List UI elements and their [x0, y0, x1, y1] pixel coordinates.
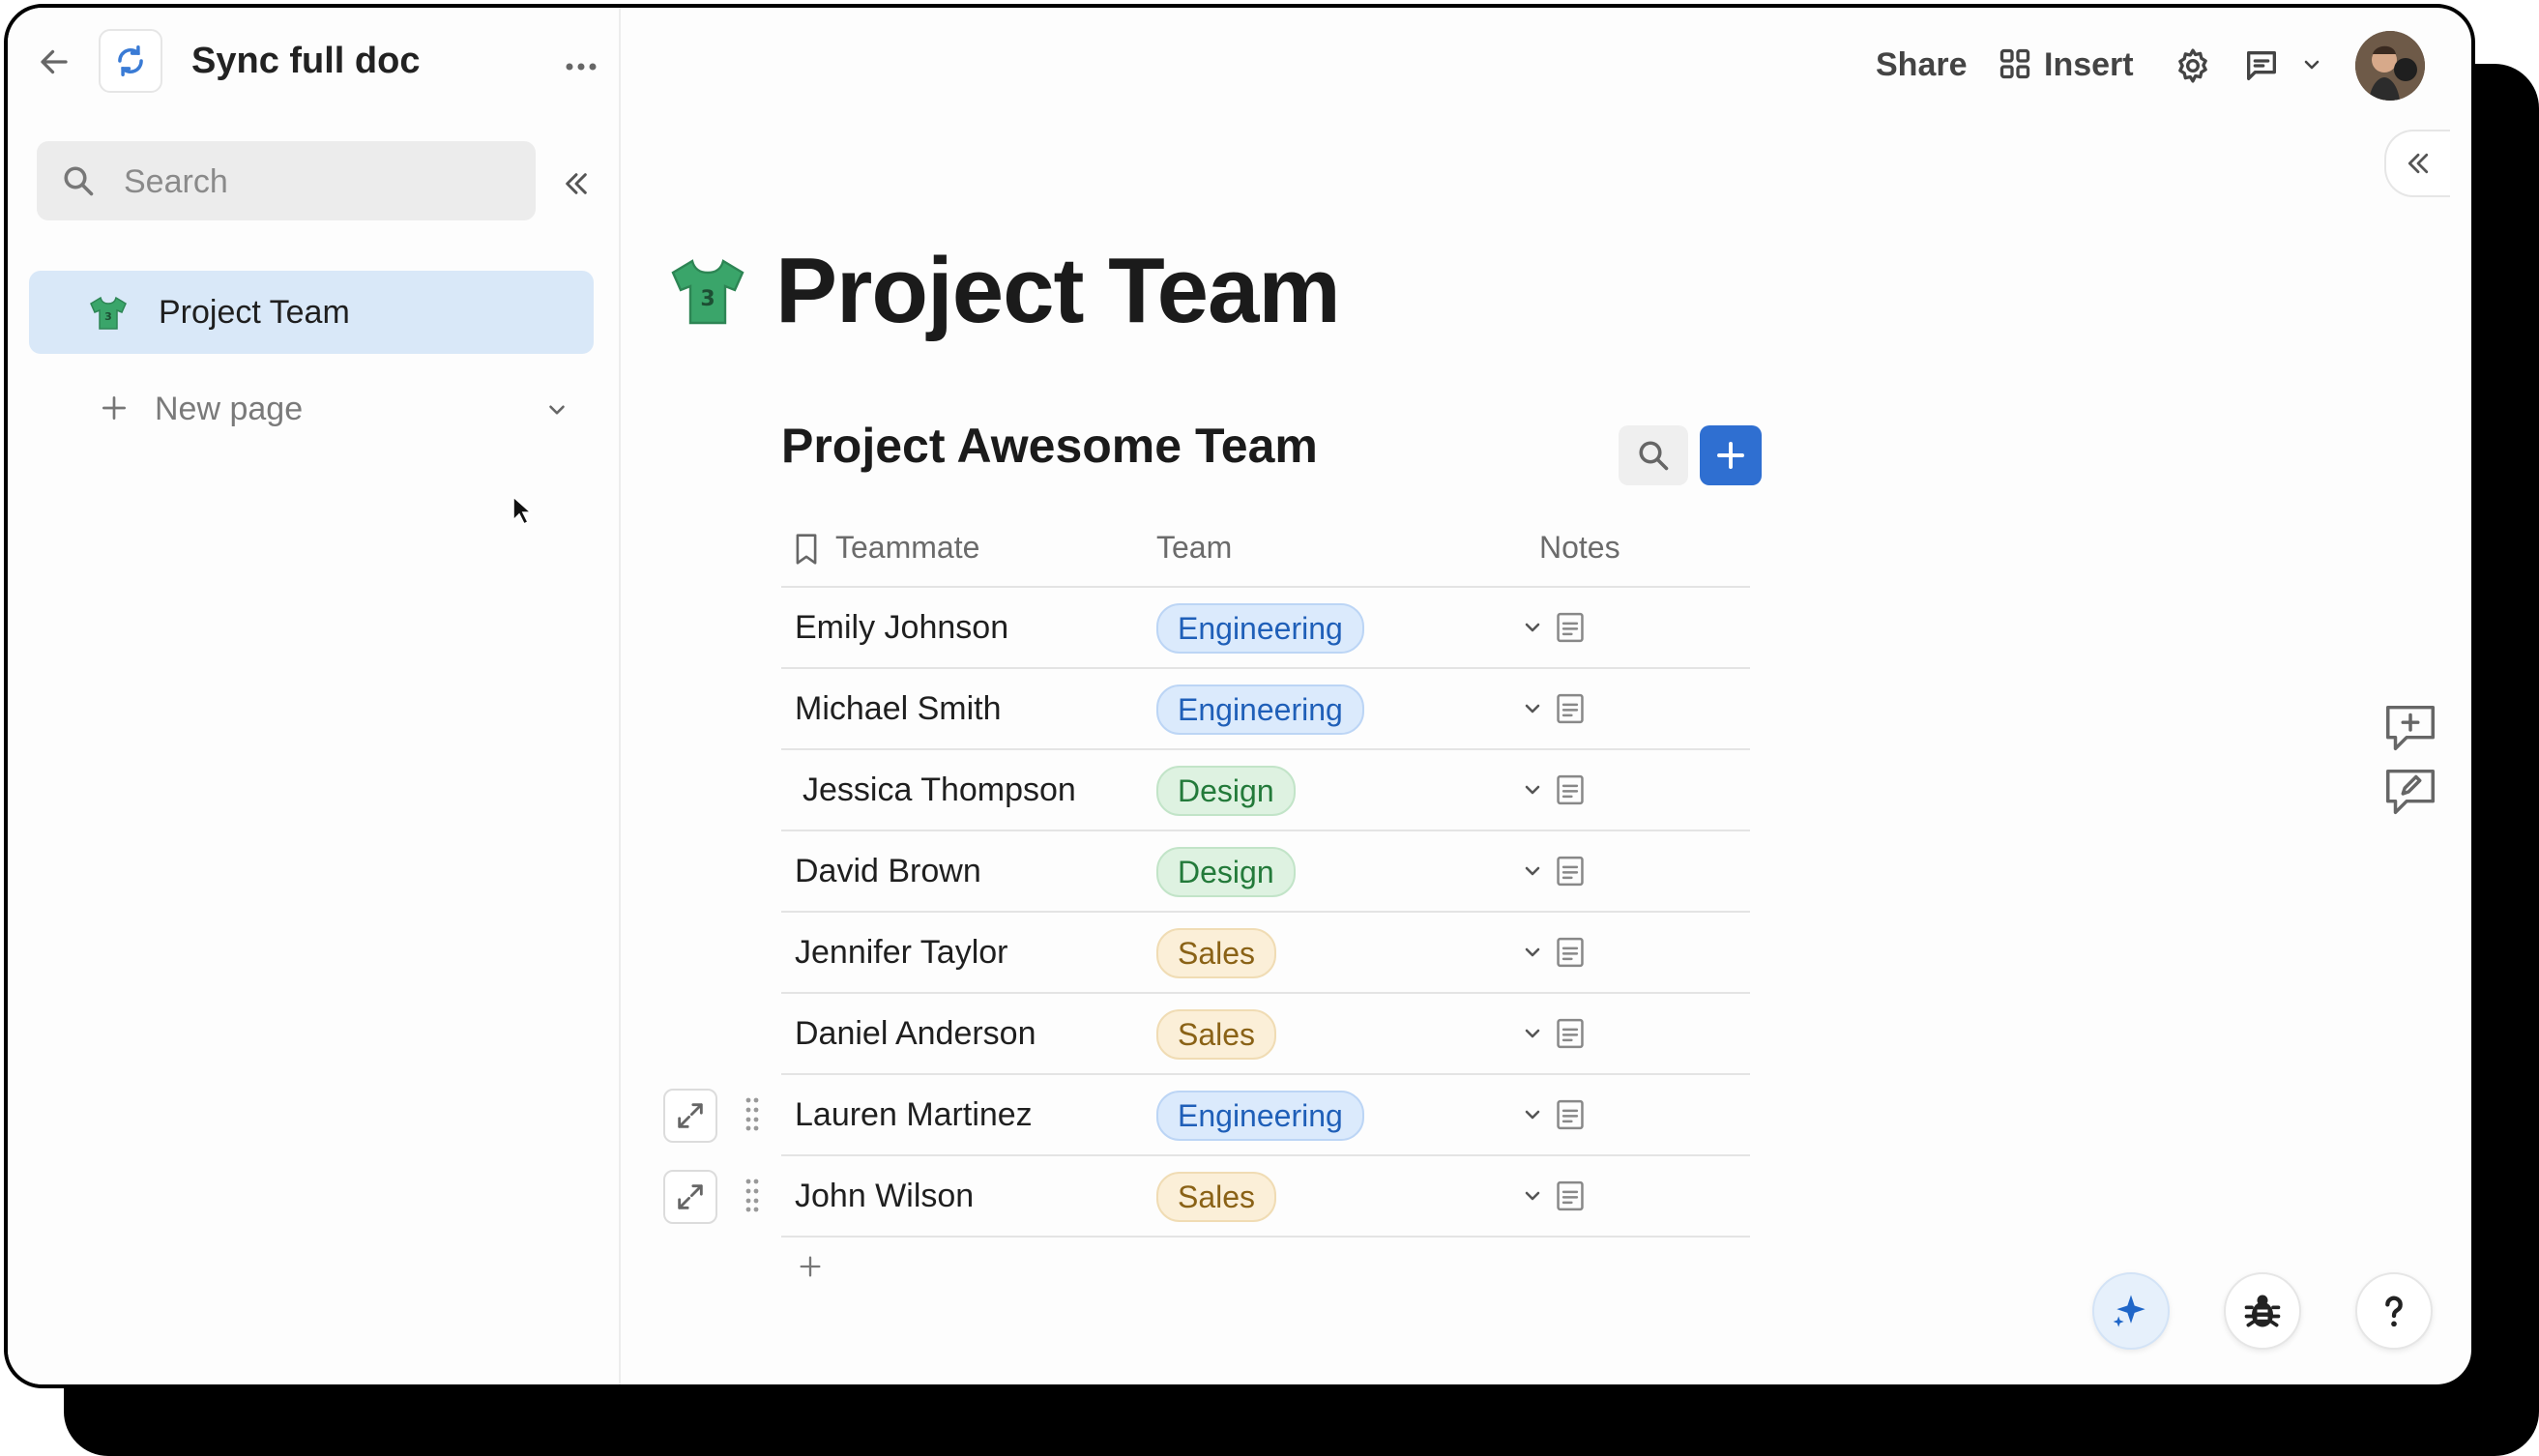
annotate-icon[interactable] [2378, 764, 2442, 820]
notes-icon[interactable] [1553, 934, 1588, 971]
more-options-icon[interactable] [555, 44, 607, 89]
team-chevron-down-icon[interactable] [1516, 855, 1549, 888]
team-tag[interactable]: Engineering [1156, 603, 1364, 654]
search-icon [1639, 441, 1669, 471]
teammate-cell[interactable]: David Brown [795, 853, 981, 890]
mouse-cursor-icon [509, 493, 536, 528]
table-header: Teammate Team Notes [781, 510, 1750, 588]
question-icon [2385, 1296, 2403, 1327]
plus-icon [95, 389, 133, 427]
add-row-area [781, 1238, 1750, 1317]
team-table: Teammate Team Notes Emily Johnson Enginee… [663, 510, 1750, 1317]
team-tag[interactable]: Sales [1156, 1172, 1277, 1222]
teammate-cell[interactable]: John Wilson [795, 1178, 974, 1215]
table-body: Emily Johnson Engineering Michael Smith Eng… [663, 588, 1750, 1238]
team-tag[interactable]: Engineering [1156, 1091, 1364, 1141]
user-avatar[interactable] [2355, 31, 2425, 101]
expand-panel-icon[interactable] [2384, 130, 2450, 197]
table-row[interactable]: Lauren Martinez Engineering [663, 1075, 1750, 1156]
sidebar-page-project-team[interactable]: 3 Project Team [29, 271, 594, 354]
notes-icon[interactable] [1553, 690, 1588, 727]
comment-icon[interactable] [2235, 41, 2288, 91]
table-title[interactable]: Project Awesome Team [781, 418, 1318, 474]
new-page-label: New page [155, 391, 304, 427]
team-tag[interactable]: Engineering [1156, 684, 1364, 735]
drag-handle-icon[interactable] [743, 1094, 762, 1133]
table-row[interactable]: Michael Smith Engineering [781, 669, 1750, 750]
new-page-button[interactable]: New page [91, 381, 594, 437]
jersey-icon: 3 [89, 294, 128, 333]
team-chevron-down-icon[interactable] [1516, 1179, 1549, 1212]
notes-icon[interactable] [1553, 1096, 1588, 1133]
doc-title[interactable]: Sync full doc [191, 41, 420, 82]
team-tag[interactable]: Sales [1156, 1009, 1277, 1060]
column-header-notes[interactable]: Notes [1539, 530, 1620, 566]
table-row[interactable]: Daniel Anderson Sales [781, 994, 1750, 1075]
app-window: Sync full doc 3 Project Team New page [4, 4, 2475, 1388]
table-row[interactable]: David Brown Design [781, 831, 1750, 913]
teammate-cell[interactable]: Jessica Thompson [803, 772, 1076, 809]
team-tag[interactable]: Sales [1156, 928, 1277, 978]
column-header-teammate[interactable]: Teammate [835, 530, 979, 566]
teammate-cell[interactable]: Emily Johnson [795, 609, 1008, 647]
doc-logo-sync-icon[interactable] [99, 29, 162, 93]
help-button[interactable] [2355, 1272, 2433, 1350]
bug-icon [2244, 1295, 2281, 1327]
teammate-cell[interactable]: Michael Smith [795, 690, 1002, 728]
drag-handle-icon[interactable] [743, 1176, 762, 1214]
search-box [37, 141, 536, 222]
notes-icon[interactable] [1553, 772, 1588, 808]
page-jersey-icon[interactable]: 3 [667, 251, 748, 333]
team-chevron-down-icon[interactable] [1516, 611, 1549, 644]
sidebar-page-label: Project Team [159, 294, 350, 331]
teammate-cell[interactable]: Daniel Anderson [795, 1015, 1036, 1053]
ai-assistant-button[interactable] [2092, 1272, 2170, 1350]
team-chevron-down-icon[interactable] [1516, 1098, 1549, 1131]
teammate-cell[interactable]: Jennifer Taylor [795, 934, 1008, 972]
page-title[interactable]: Project Team [775, 238, 1341, 344]
expand-row-icon[interactable] [663, 1089, 717, 1143]
team-chevron-down-icon[interactable] [1516, 773, 1549, 806]
table-row[interactable]: John Wilson Sales [663, 1156, 1750, 1238]
search-icon [58, 160, 99, 201]
expand-row-icon[interactable] [663, 1170, 717, 1224]
svg-text:3: 3 [104, 310, 112, 323]
chevron-down-icon[interactable] [538, 391, 576, 429]
table-add-row-button[interactable] [1700, 425, 1762, 485]
column-header-team[interactable]: Team [1156, 530, 1232, 566]
gear-icon[interactable] [2168, 41, 2218, 91]
table-row[interactable]: Jennifer Taylor Sales [781, 913, 1750, 994]
team-tag[interactable]: Design [1156, 766, 1296, 816]
table-search-button[interactable] [1619, 425, 1688, 485]
team-chevron-down-icon[interactable] [1516, 936, 1549, 969]
add-comment-icon[interactable] [2378, 700, 2442, 756]
sidebar: Sync full doc 3 Project Team New page [8, 8, 621, 1384]
debug-button[interactable] [2224, 1272, 2301, 1350]
svg-text:3: 3 [700, 287, 715, 311]
notes-icon[interactable] [1553, 609, 1588, 646]
add-row-plus-icon[interactable] [795, 1251, 826, 1282]
collapse-sidebar-icon[interactable] [553, 160, 599, 207]
comments-chevron-down-icon[interactable] [2295, 48, 2328, 81]
search-input[interactable] [122, 141, 512, 222]
back-arrow-icon[interactable] [29, 37, 79, 87]
bookmark-icon [791, 530, 822, 568]
plus-icon [1717, 442, 1744, 469]
team-tag[interactable]: Design [1156, 847, 1296, 897]
notes-icon[interactable] [1553, 1015, 1588, 1052]
share-button[interactable]: Share [1876, 46, 1968, 84]
notes-icon[interactable] [1553, 1178, 1588, 1214]
team-chevron-down-icon[interactable] [1516, 1017, 1549, 1050]
team-chevron-down-icon[interactable] [1516, 692, 1549, 725]
grid-icon [1996, 44, 2034, 83]
main-content: Share Insert 3 Project Team Project Awes… [621, 8, 2471, 1384]
notes-icon[interactable] [1553, 853, 1588, 889]
table-row[interactable]: Emily Johnson Engineering [781, 588, 1750, 669]
insert-label: Insert [2044, 46, 2134, 83]
insert-button[interactable]: Insert [1996, 41, 2141, 91]
teammate-cell[interactable]: Lauren Martinez [795, 1096, 1033, 1134]
sparkle-icon [2113, 1295, 2145, 1327]
table-row[interactable]: Jessica Thompson Design [781, 750, 1750, 831]
